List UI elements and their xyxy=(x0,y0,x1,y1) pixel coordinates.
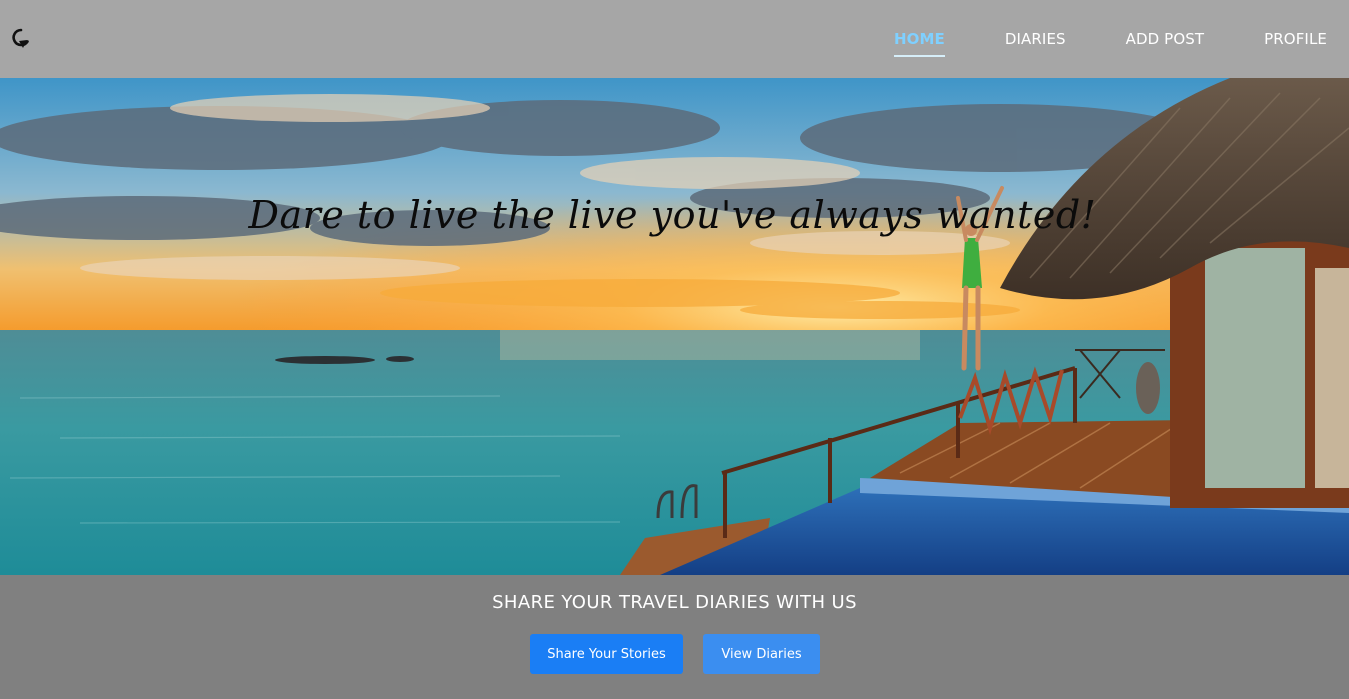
hero-image xyxy=(0,78,1349,575)
navbar: HOME DIARIES ADD POST PROFILE xyxy=(0,0,1349,78)
share-stories-button[interactable]: Share Your Stories xyxy=(530,634,683,674)
nav-links: HOME DIARIES ADD POST PROFILE xyxy=(834,0,1327,78)
hero-banner: Dare to live the live you've always want… xyxy=(0,78,1349,575)
nav-profile[interactable]: PROFILE xyxy=(1264,30,1327,48)
hero-tagline: Dare to live the live you've always want… xyxy=(248,193,1097,237)
cta-section: SHARE YOUR TRAVEL DIARIES WITH US Share … xyxy=(0,575,1349,699)
nav-diaries[interactable]: DIARIES xyxy=(1005,30,1066,48)
nav-home[interactable]: HOME xyxy=(893,30,945,57)
location-pin-icon[interactable] xyxy=(10,27,34,51)
nav-add-post[interactable]: ADD POST xyxy=(1126,30,1204,48)
cta-title: SHARE YOUR TRAVEL DIARIES WITH US xyxy=(492,592,857,613)
view-diaries-button[interactable]: View Diaries xyxy=(703,634,820,674)
